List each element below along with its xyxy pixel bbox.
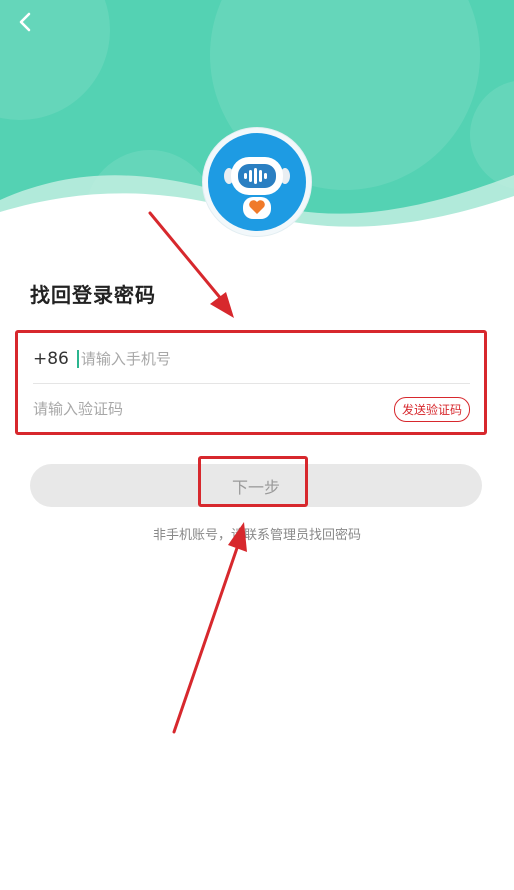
avatar (202, 127, 312, 237)
header-banner (0, 0, 514, 250)
next-step-button[interactable]: 下一步 (30, 464, 482, 507)
send-code-button[interactable]: 发送验证码 (393, 396, 470, 422)
footer-note: 非手机账号，请联系管理员找回密码 (152, 528, 361, 543)
arrow-up-icon (172, 522, 247, 734)
page-title: 找回登录密码 (30, 283, 156, 307)
avatar-circle (208, 133, 306, 231)
verification-code-input[interactable] (33, 400, 394, 418)
back-button[interactable] (10, 8, 40, 36)
phone-row: +86 (33, 335, 470, 384)
country-code[interactable]: +86 (33, 349, 69, 369)
form-highlight-box: +86 发送验证码 (15, 330, 487, 435)
text-cursor (76, 350, 79, 368)
phone-input[interactable] (80, 350, 470, 368)
robot-mascot-icon (224, 157, 290, 219)
code-row: 发送验证码 (33, 385, 470, 433)
chevron-left-icon (19, 12, 31, 32)
